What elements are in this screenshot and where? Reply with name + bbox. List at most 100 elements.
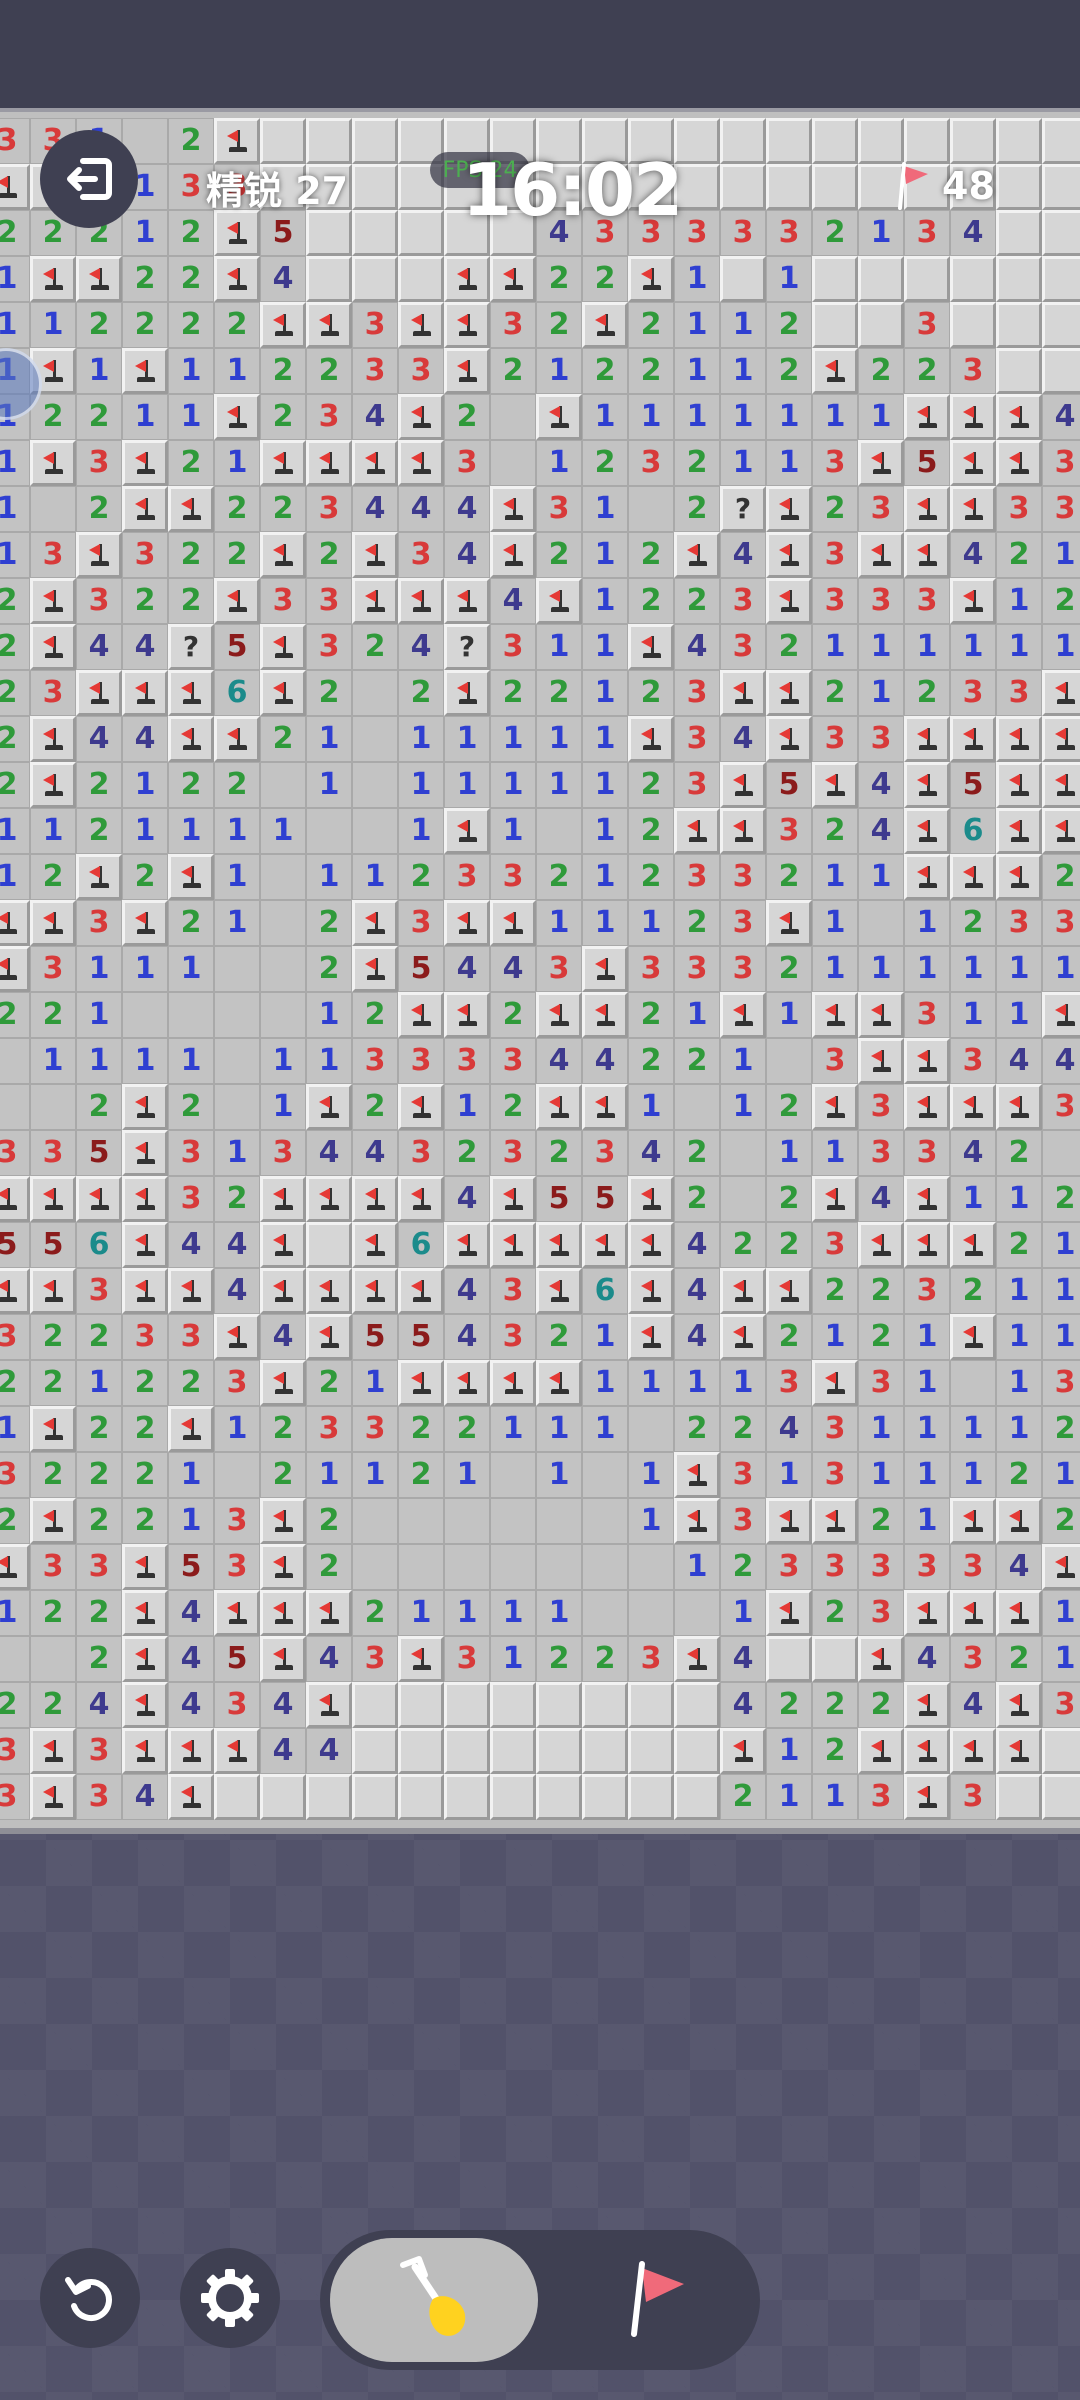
board-cell[interactable] [996,1498,1042,1544]
board-cell[interactable] [950,440,996,486]
board-cell[interactable]: 1 [168,946,214,992]
board-cell[interactable] [904,1084,950,1130]
board-cell[interactable]: 1 [1042,1314,1080,1360]
board-cell[interactable] [674,1636,720,1682]
board-cell[interactable] [260,1360,306,1406]
board-cell[interactable]: 3 [214,1544,260,1590]
board-cell[interactable]: 1 [996,1268,1042,1314]
board-cell[interactable]: 2 [30,1590,76,1636]
board-cell[interactable] [720,670,766,716]
board-cell[interactable]: 1 [904,624,950,670]
board-cell[interactable]: 2 [1042,1498,1080,1544]
board-cell[interactable]: 2 [76,1636,122,1682]
board-cell[interactable] [214,1774,260,1820]
board-cell[interactable] [766,670,812,716]
board-cell[interactable] [858,118,904,164]
board-cell[interactable] [628,1268,674,1314]
board-cell[interactable]: 3 [76,440,122,486]
board-cell[interactable]: 3 [904,1268,950,1314]
board-cell[interactable]: 4 [306,1636,352,1682]
board-cell[interactable] [0,164,30,210]
board-cell[interactable]: 3 [30,946,76,992]
board-cell[interactable]: 2 [260,486,306,532]
board-cell[interactable] [398,394,444,440]
board-cell[interactable]: 4 [122,1774,168,1820]
board-cell[interactable] [0,1268,30,1314]
board-cell[interactable] [30,900,76,946]
board-cell[interactable]: 2 [352,1590,398,1636]
board-cell[interactable] [996,302,1042,348]
board-cell[interactable]: 3 [168,1314,214,1360]
board-cell[interactable]: 3 [858,1544,904,1590]
board-cell[interactable] [490,1544,536,1590]
board-cell[interactable]: 1 [582,624,628,670]
board-cell[interactable]: 3 [536,946,582,992]
board-cell[interactable]: 2 [168,532,214,578]
board-cell[interactable]: 4 [1042,1038,1080,1084]
board-cell[interactable] [76,256,122,302]
board-cell[interactable]: 2 [76,1498,122,1544]
board-cell[interactable] [214,1084,260,1130]
board-cell[interactable]: 2 [674,1406,720,1452]
board-cell[interactable]: 3 [30,1544,76,1590]
board-cell[interactable]: 2 [996,532,1042,578]
board-cell[interactable]: 1 [858,946,904,992]
board-cell[interactable] [674,808,720,854]
board-cell[interactable]: 2 [720,1406,766,1452]
board-cell[interactable] [0,1636,30,1682]
board-cell[interactable]: 3 [0,1130,30,1176]
board-cell[interactable]: 1 [582,394,628,440]
board-cell[interactable]: 3 [1042,440,1080,486]
board-cell[interactable]: 1 [812,900,858,946]
board-cell[interactable] [122,348,168,394]
board-cell[interactable] [398,210,444,256]
board-cell[interactable]: 2 [766,624,812,670]
board-cell[interactable] [214,1728,260,1774]
board-cell[interactable]: 1 [214,348,260,394]
board-cell[interactable]: 4 [674,1314,720,1360]
board-cell[interactable] [444,900,490,946]
board-cell[interactable]: 3 [214,1682,260,1728]
settings-button[interactable] [180,2248,280,2348]
board-cell[interactable] [260,900,306,946]
board-cell[interactable]: 3 [720,946,766,992]
board-cell[interactable]: 5 [76,1130,122,1176]
minefield-grid[interactable]: 3312113322212543333321341224221111222233… [0,118,1080,1820]
board-cell[interactable]: 5 [260,210,306,256]
board-cell[interactable]: 4 [398,624,444,670]
board-cell[interactable]: 3 [76,578,122,624]
board-cell[interactable]: 3 [674,854,720,900]
board-cell[interactable]: 1 [674,1544,720,1590]
board-cell[interactable] [858,1636,904,1682]
board-cell[interactable] [306,1590,352,1636]
board-cell[interactable]: 2 [766,1176,812,1222]
board-cell[interactable]: 1 [628,1498,674,1544]
board-cell[interactable]: 4 [490,578,536,624]
board-cell[interactable] [950,394,996,440]
board-cell[interactable] [306,256,352,302]
board-cell[interactable] [674,1682,720,1728]
board-cell[interactable]: 3 [122,1314,168,1360]
board-cell[interactable] [582,1590,628,1636]
board-cell[interactable] [214,992,260,1038]
board-cell[interactable]: 3 [766,210,812,256]
board-cell[interactable]: 2 [444,394,490,440]
board-cell[interactable]: 6 [582,1268,628,1314]
board-cell[interactable] [766,1268,812,1314]
board-cell[interactable] [536,1728,582,1774]
board-cell[interactable]: 3 [904,302,950,348]
board-cell[interactable]: 2 [122,256,168,302]
board-cell[interactable] [0,1038,30,1084]
board-cell[interactable]: 1 [0,486,30,532]
board-cell[interactable]: 2 [444,1406,490,1452]
board-cell[interactable]: 4 [858,1176,904,1222]
board-cell[interactable]: 4 [996,1544,1042,1590]
board-cell[interactable]: 1 [490,716,536,762]
board-cell[interactable]: 1 [306,762,352,808]
board-cell[interactable]: 2 [628,348,674,394]
board-cell[interactable]: 3 [582,1130,628,1176]
board-cell[interactable]: 4 [490,946,536,992]
board-cell[interactable]: 1 [582,716,628,762]
board-cell[interactable]: 1 [306,716,352,762]
board-cell[interactable]: 1 [122,946,168,992]
